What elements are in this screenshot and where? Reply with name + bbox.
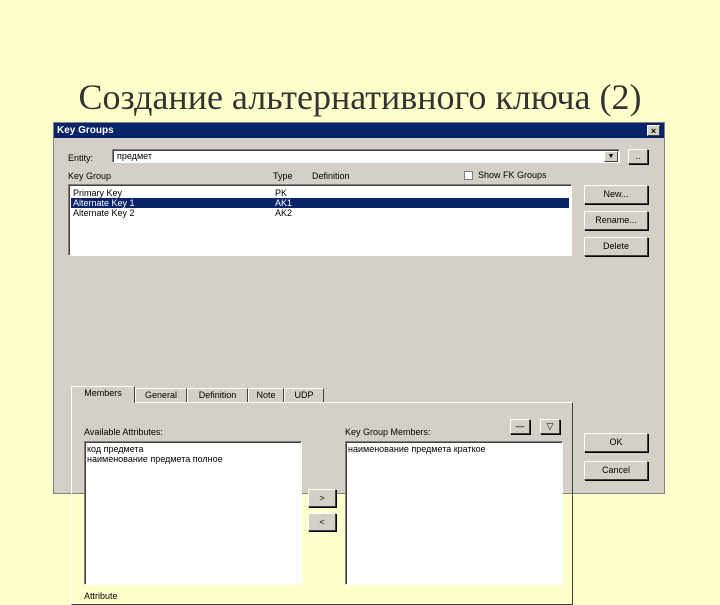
list-item[interactable]: Primary Key PK (71, 188, 569, 198)
list-item[interactable]: код предмета (87, 444, 299, 454)
new-button[interactable]: New... (584, 185, 648, 204)
entity-browse-button[interactable]: .. (628, 149, 648, 164)
slide-title: Создание альтернативного ключа (2) (78, 77, 642, 117)
header-definition: Definition (312, 171, 350, 181)
list-item[interactable]: наименование предмета полное (87, 454, 299, 464)
group-members-label: Key Group Members: (345, 427, 431, 437)
tab-note[interactable]: Note (248, 388, 284, 402)
delete-button[interactable]: Delete (584, 237, 648, 256)
move-right-button[interactable]: > (308, 489, 336, 507)
chevron-down-icon[interactable]: ▼ (604, 151, 618, 162)
show-fk-label: Show FK Groups (478, 170, 547, 180)
window-titlebar: Key Groups × (54, 123, 664, 138)
entity-value: предмет (117, 151, 152, 161)
cancel-button[interactable]: Cancel (584, 461, 648, 480)
group-members-list[interactable]: наименование предмета краткое (345, 441, 563, 585)
tab-definition[interactable]: Definition (187, 388, 248, 402)
entity-select[interactable]: предмет ▼ (112, 149, 620, 163)
list-item[interactable]: наименование предмета краткое (348, 444, 560, 454)
rename-button[interactable]: Rename... (584, 211, 648, 230)
members-panel: Available Attributes: код предмета наиме… (71, 402, 573, 605)
tab-general[interactable]: General (135, 388, 187, 402)
list-item[interactable]: Alternate Key 2 AK2 (71, 208, 569, 218)
show-fk-checkbox[interactable] (464, 171, 473, 180)
header-type: Type (273, 171, 293, 181)
key-group-list[interactable]: Primary Key PK Alternate Key 1 AK1 Alter… (68, 184, 572, 256)
available-attributes-list[interactable]: код предмета наименование предмета полно… (84, 441, 302, 585)
list-item[interactable]: Alternate Key 1 AK1 (71, 198, 569, 208)
tab-udp[interactable]: UDP (284, 388, 324, 402)
close-icon[interactable]: × (647, 125, 660, 136)
entity-label: Entity: (68, 153, 94, 163)
header-key-group: Key Group (68, 171, 112, 181)
available-label: Available Attributes: (84, 427, 163, 437)
ok-button[interactable]: OK (584, 433, 648, 452)
key-groups-dialog: Key Groups × Entity: предмет ▼ .. Key Gr… (53, 122, 665, 605)
tab-members[interactable]: Members (71, 386, 135, 403)
move-up-button[interactable]: — (510, 419, 530, 434)
attribute-label: Attribute (84, 591, 118, 601)
move-down-button[interactable]: ▽ (540, 419, 560, 434)
move-left-button[interactable]: < (308, 513, 336, 531)
window-title: Key Groups (57, 125, 114, 136)
